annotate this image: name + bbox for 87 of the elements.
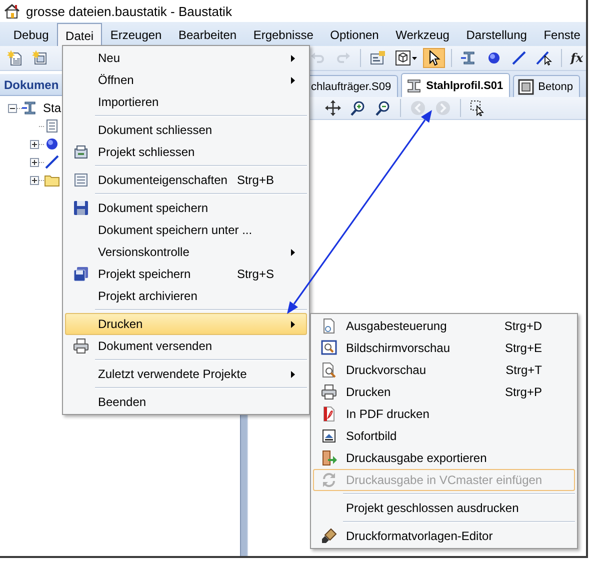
forward-icon bbox=[435, 100, 451, 116]
menu-item[interactable]: Druckausgabe exportieren bbox=[313, 447, 575, 469]
refresh-icon bbox=[321, 472, 337, 488]
move-icon bbox=[325, 100, 341, 116]
beam-icon bbox=[406, 78, 422, 94]
printer-icon bbox=[73, 338, 89, 354]
menu-item[interactable]: Versionskontrolle bbox=[65, 241, 307, 263]
sphere-icon bbox=[44, 136, 60, 152]
printer-icon bbox=[321, 384, 337, 400]
menu-item[interactable]: Öffnen bbox=[65, 69, 307, 91]
menu-item[interactable]: Zuletzt verwendete Projekte bbox=[65, 363, 307, 385]
document-list-icon bbox=[73, 172, 89, 188]
menu-item[interactable]: Dokument speichern bbox=[65, 197, 307, 219]
redo-icon bbox=[335, 50, 352, 66]
screen-preview-icon bbox=[321, 340, 337, 356]
menu-item[interactable]: Dokument versenden bbox=[65, 335, 307, 357]
menu-item[interactable]: Dokument schliessen bbox=[65, 119, 307, 141]
menu-item[interactable]: Sofortbild bbox=[313, 425, 575, 447]
document-tab[interactable]: Betonp bbox=[513, 75, 580, 97]
case-icon bbox=[73, 144, 89, 160]
properties-icon bbox=[370, 50, 386, 66]
zoom-out-icon bbox=[375, 100, 391, 116]
shortcut-text: Strg+E bbox=[504, 341, 542, 355]
menu-item[interactable]: Projekt speichern Strg+S bbox=[65, 263, 307, 285]
window-title: grosse dateien.baustatik - Baustatik bbox=[26, 4, 232, 18]
print-preview-icon bbox=[321, 362, 337, 378]
snapshot-icon bbox=[321, 428, 337, 444]
menu-item[interactable]: Debug bbox=[5, 22, 58, 46]
formula-button[interactable]: fx bbox=[568, 48, 586, 68]
brush-icon bbox=[321, 528, 337, 544]
menu-item[interactable]: Ausgabesteuerung Strg+D bbox=[313, 315, 575, 337]
menu-item[interactable]: Fenste bbox=[535, 22, 586, 46]
menu-item[interactable]: Drucken Strg+P bbox=[313, 381, 575, 403]
menu-item[interactable]: Bearbeiten bbox=[170, 22, 245, 46]
menu-item[interactable]: Importieren bbox=[65, 91, 307, 113]
menu-item[interactable]: Dokumenteigenschaften Strg+B bbox=[65, 169, 307, 191]
menu-item[interactable]: Druckformatvorlagen-Editor bbox=[313, 525, 575, 547]
menu-item[interactable]: Projekt archivieren bbox=[65, 285, 307, 307]
tree-toggle[interactable] bbox=[30, 176, 39, 184]
beam-icon bbox=[22, 100, 38, 116]
tree-toggle[interactable] bbox=[30, 158, 39, 166]
caret-icon bbox=[412, 56, 418, 60]
toolbar-button[interactable] bbox=[423, 48, 446, 68]
shortcut-text: Strg+B bbox=[236, 173, 274, 187]
sphere-icon bbox=[486, 50, 502, 66]
menu-item[interactable]: Bildschirmvorschau Strg+E bbox=[313, 337, 575, 359]
floppy-disks-icon bbox=[73, 266, 89, 282]
line-icon bbox=[510, 50, 527, 66]
frame-icon bbox=[518, 78, 534, 94]
menu-item[interactable]: Optionen bbox=[322, 22, 388, 46]
shortcut-text: Strg+S bbox=[236, 267, 274, 281]
house-icon bbox=[4, 3, 20, 19]
shortcut-text: Strg+T bbox=[506, 363, 542, 377]
menu-item[interactable]: Datei bbox=[57, 23, 102, 46]
menu-item[interactable]: Projekt schliessen bbox=[65, 141, 307, 163]
selection-icon bbox=[470, 100, 486, 116]
back-icon bbox=[410, 100, 426, 116]
beam-icon bbox=[460, 50, 477, 66]
menu-item[interactable]: Drucken bbox=[65, 313, 307, 335]
menu-item[interactable]: In PDF drucken bbox=[313, 403, 575, 425]
menu-item[interactable]: Werkzeug bbox=[387, 22, 458, 46]
panel-title: Dokumen bbox=[4, 78, 59, 92]
shortcut-text: Strg+D bbox=[504, 319, 542, 333]
document-tab[interactable]: Stahlprofil.S01 bbox=[401, 73, 510, 97]
menu-item[interactable]: Darstellung bbox=[458, 22, 536, 46]
export-icon bbox=[321, 450, 337, 466]
menu-item[interactable]: Ergebnisse bbox=[244, 22, 322, 46]
menu-item[interactable]: Neu bbox=[65, 47, 307, 69]
tree-item[interactable]: Sta bbox=[38, 101, 62, 115]
line-cursor-icon bbox=[536, 50, 552, 66]
undo-icon bbox=[310, 50, 326, 66]
menu-item[interactable]: Dokument speichern unter ... bbox=[65, 219, 307, 241]
zoom-in-icon bbox=[350, 100, 366, 116]
document-icon bbox=[44, 118, 60, 134]
menu-item[interactable]: Projekt geschlossen ausdrucken bbox=[313, 497, 575, 519]
menu-item[interactable]: Erzeugen bbox=[102, 22, 170, 46]
new-project-icon bbox=[32, 50, 48, 66]
menu-item[interactable]: Beenden bbox=[65, 391, 307, 413]
pdf-icon bbox=[321, 406, 337, 422]
tree-toggle[interactable] bbox=[8, 104, 17, 112]
new-document-icon bbox=[7, 50, 23, 66]
tree-toggle[interactable] bbox=[30, 140, 39, 148]
shortcut-text: Strg+P bbox=[504, 385, 542, 399]
cube-icon bbox=[395, 50, 412, 66]
line-icon bbox=[44, 154, 60, 170]
menu-item[interactable]: Druckvorschau Strg+T bbox=[313, 359, 575, 381]
document-icon bbox=[321, 318, 337, 334]
